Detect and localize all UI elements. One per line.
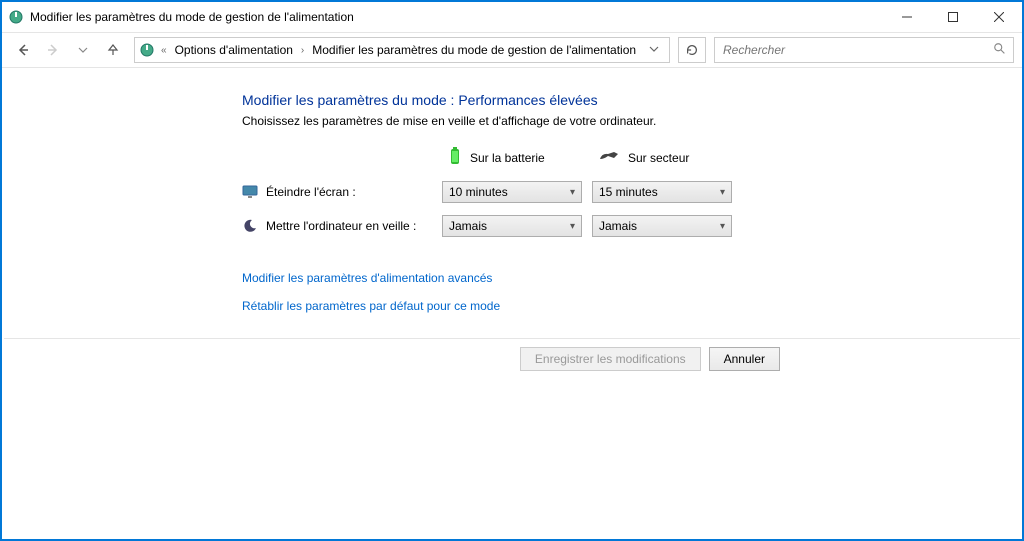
search-input[interactable]	[721, 42, 993, 58]
breadcrumb-prefix: «	[159, 45, 169, 56]
power-options-icon	[8, 9, 24, 25]
footer: Enregistrer les modifications Annuler	[4, 338, 1020, 378]
page-heading: Modifier les paramètres du mode : Perfor…	[242, 92, 782, 108]
window-title: Modifier les paramètres du mode de gesti…	[30, 10, 884, 24]
chevron-down-icon: ▾	[570, 187, 575, 198]
turn-off-display-ac-select[interactable]: 15 minutes ▾	[592, 181, 732, 203]
maximize-button[interactable]	[930, 2, 976, 32]
back-button[interactable]	[10, 37, 36, 63]
titlebar: Modifier les paramètres du mode de gesti…	[2, 2, 1022, 32]
chevron-down-icon: ▾	[720, 187, 725, 198]
restore-defaults-link[interactable]: Rétablir les paramètres par défaut pour …	[242, 299, 782, 313]
row-label-text: Mettre l'ordinateur en veille :	[266, 219, 416, 233]
breadcrumb[interactable]: « Options d'alimentation › Modifier les …	[134, 37, 670, 63]
dropdown-value: 15 minutes	[599, 185, 658, 199]
breadcrumb-item[interactable]: Modifier les paramètres du mode de gesti…	[310, 43, 638, 57]
chevron-down-icon: ▾	[720, 221, 725, 232]
save-button[interactable]: Enregistrer les modifications	[520, 347, 701, 371]
column-ac-label: Sur secteur	[628, 151, 689, 165]
monitor-icon	[242, 184, 258, 200]
dropdown-value: 10 minutes	[449, 185, 508, 199]
column-battery: Sur la batterie	[442, 146, 582, 169]
page-subheading: Choisissez les paramètres de mise en vei…	[242, 114, 782, 128]
sleep-battery-select[interactable]: Jamais ▾	[442, 215, 582, 237]
moon-icon	[242, 218, 258, 234]
main-content: Modifier les paramètres du mode : Perfor…	[2, 68, 1022, 313]
up-button[interactable]	[100, 37, 126, 63]
forward-button[interactable]	[40, 37, 66, 63]
minimize-button[interactable]	[884, 2, 930, 32]
column-ac: Sur secteur	[592, 149, 732, 166]
dropdown-value: Jamais	[599, 219, 637, 233]
cancel-button[interactable]: Annuler	[709, 347, 780, 371]
breadcrumb-item[interactable]: Options d'alimentation	[173, 43, 295, 57]
chevron-down-icon[interactable]	[643, 43, 665, 57]
advanced-settings-link[interactable]: Modifier les paramètres d'alimentation a…	[242, 271, 782, 285]
column-battery-label: Sur la batterie	[470, 151, 545, 165]
turn-off-display-battery-select[interactable]: 10 minutes ▾	[442, 181, 582, 203]
search-icon[interactable]	[993, 42, 1007, 59]
search-box[interactable]	[714, 37, 1014, 63]
row-label-text: Éteindre l'écran :	[266, 185, 356, 199]
row-turn-off-display: Éteindre l'écran :	[242, 184, 432, 200]
power-options-icon	[139, 42, 155, 58]
window-controls	[884, 2, 1022, 32]
battery-icon	[448, 146, 462, 169]
refresh-button[interactable]	[678, 37, 706, 63]
row-sleep: Mettre l'ordinateur en veille :	[242, 218, 432, 234]
chevron-right-icon: ›	[299, 45, 306, 56]
chevron-down-icon: ▾	[570, 221, 575, 232]
toolbar: « Options d'alimentation › Modifier les …	[2, 32, 1022, 68]
recent-locations-button[interactable]	[70, 37, 96, 63]
close-button[interactable]	[976, 2, 1022, 32]
sleep-ac-select[interactable]: Jamais ▾	[592, 215, 732, 237]
plug-icon	[598, 149, 620, 166]
dropdown-value: Jamais	[449, 219, 487, 233]
